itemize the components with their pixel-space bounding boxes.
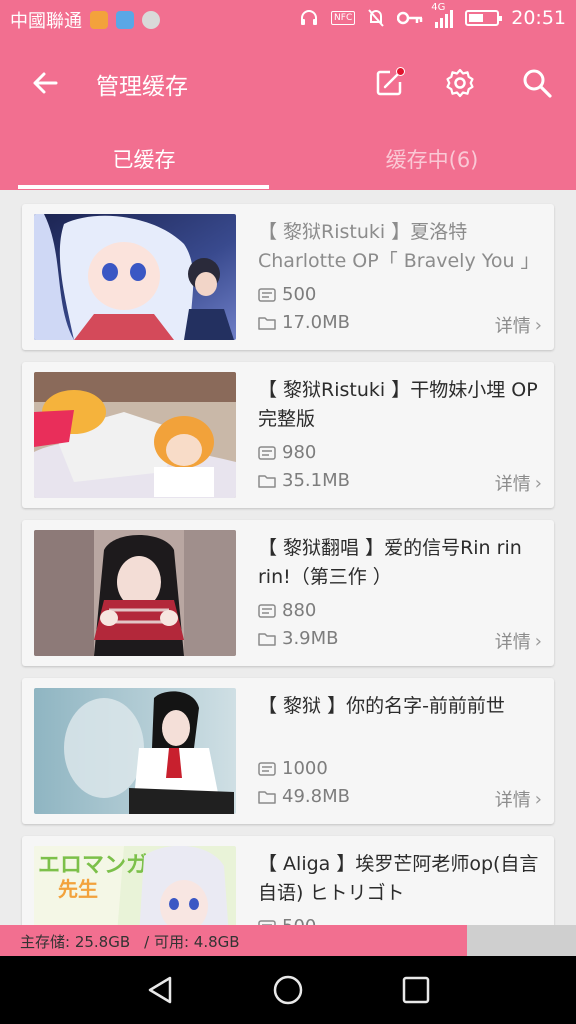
nav-recents-button[interactable]: [398, 972, 434, 1008]
file-size-value: 49.8MB: [282, 786, 350, 807]
video-thumbnail: [34, 372, 236, 498]
video-title: 【 黎狱Ristuki 】干物妹小埋 OP完整版: [258, 379, 538, 430]
danmaku-icon: [258, 287, 276, 302]
danmaku-count: 500: [258, 916, 316, 925]
folder-icon: [258, 632, 276, 646]
app-notification-icon: [116, 11, 134, 29]
chevron-right-icon: ›: [534, 472, 542, 494]
danmaku-count: 880: [258, 600, 316, 621]
video-card[interactable]: エロマンガ 先生 【 Aliga 】埃罗芒阿老师op(自言自语) ヒトリゴト 5…: [22, 836, 554, 925]
circle-home-icon: [273, 975, 303, 1005]
status-bar: 中國聯通 NFC 4G 20:51: [0, 0, 576, 40]
danmaku-value: 980: [282, 442, 317, 463]
storage-info: 主存储: 25.8GB / 可用: 4.8GB: [20, 931, 240, 952]
danmaku-icon: [258, 445, 276, 460]
video-card[interactable]: 【 黎狱Ristuki 】夏洛特 Charlotte OP「 Bravely Y…: [22, 204, 554, 350]
danmaku-icon: [258, 761, 276, 776]
video-title: 【 黎狱 】你的名字-前前前世: [258, 695, 505, 717]
chevron-right-icon: ›: [534, 788, 542, 810]
file-size: 17.0MB: [258, 312, 350, 333]
danmaku-count: 980: [258, 442, 316, 463]
nfc-icon: NFC: [331, 11, 356, 25]
details-link[interactable]: 详情 ›: [495, 786, 542, 812]
details-label: 详情: [494, 474, 531, 495]
file-size-value: 3.9MB: [282, 628, 339, 649]
status-right: NFC 4G 20:51: [299, 2, 566, 29]
search-button[interactable]: [520, 66, 554, 100]
battery-icon: [465, 10, 503, 26]
cached-video-list[interactable]: 【 黎狱Ristuki 】夏洛特 Charlotte OP「 Bravely Y…: [0, 190, 576, 925]
danmaku-count: 1000: [258, 758, 328, 779]
file-size: 3.9MB: [258, 628, 339, 649]
video-thumbnail: エロマンガ 先生: [34, 846, 236, 925]
avatar-notification-icon: [142, 11, 160, 29]
details-label: 详情: [494, 316, 531, 337]
square-recents-icon: [402, 976, 430, 1004]
system-nav-bar: [0, 956, 576, 1024]
file-size: 35.1MB: [258, 470, 350, 491]
page-title: 管理缓存: [96, 74, 188, 100]
main-storage-label: 主存储: 25.8GB: [20, 933, 131, 951]
video-title: 【 Aliga 】埃罗芒阿老师op(自言自语) ヒトリゴト: [258, 853, 539, 904]
file-size-value: 17.0MB: [282, 312, 350, 333]
details-label: 详情: [494, 790, 531, 811]
settings-button[interactable]: [443, 66, 477, 100]
back-button[interactable]: [28, 66, 62, 100]
video-thumbnail: [34, 214, 236, 340]
folder-icon: [258, 474, 276, 488]
notification-dot: [396, 67, 405, 76]
folder-icon: [258, 316, 276, 330]
danmaku-value: 880: [282, 600, 317, 621]
video-thumbnail: [34, 688, 236, 814]
chevron-right-icon: ›: [534, 630, 542, 652]
headphones-icon: [301, 10, 318, 25]
danmaku-icon: [258, 603, 276, 618]
video-title: 【 黎狱Ristuki 】夏洛特 Charlotte OP「 Bravely Y…: [258, 221, 540, 272]
tab-downloading[interactable]: 缓存中(6): [288, 138, 576, 190]
details-link[interactable]: 详情 ›: [495, 312, 542, 338]
key-icon: [397, 11, 423, 25]
weibo-notification-icon: [90, 11, 108, 29]
search-icon: [523, 69, 552, 98]
storage-bar: 主存储: 25.8GB / 可用: 4.8GB: [0, 925, 576, 956]
video-card[interactable]: 【 黎狱 】你的名字-前前前世 1000 49.8MB 详情 ›: [22, 678, 554, 824]
arrow-left-icon: [33, 72, 58, 94]
nav-back-button[interactable]: [142, 972, 178, 1008]
details-link[interactable]: 详情 ›: [495, 470, 542, 496]
details-link[interactable]: 详情 ›: [495, 628, 542, 654]
network-type: 4G: [431, 2, 446, 13]
status-left: 中國聯通: [10, 7, 160, 33]
available-storage-label: / 可用: 4.8GB: [144, 933, 240, 951]
folder-icon: [258, 790, 276, 804]
carrier-name: 中國聯通: [10, 11, 82, 32]
video-title: 【 黎狱翻唱 】爱的信号Rin rin rin!（第三作 ）: [258, 537, 522, 588]
video-card[interactable]: 【 黎狱Ristuki 】干物妹小埋 OP完整版 980 35.1MB 详情 ›: [22, 362, 554, 508]
nav-home-button[interactable]: [270, 972, 306, 1008]
silent-icon: [368, 9, 384, 27]
danmaku-value: 500: [282, 916, 316, 925]
app-header: 管理缓存 已缓存 缓存中(6): [0, 40, 576, 190]
video-thumbnail: [34, 530, 236, 656]
signal-icon: 4G: [431, 2, 454, 28]
danmaku-value: 500: [282, 284, 317, 305]
tab-downloaded[interactable]: 已缓存: [0, 138, 288, 190]
file-size: 49.8MB: [258, 786, 350, 807]
details-label: 详情: [494, 632, 531, 653]
triangle-back-icon: [148, 976, 172, 1004]
tab-bar: 已缓存 缓存中(6): [0, 138, 576, 190]
danmaku-count: 500: [258, 284, 316, 305]
danmaku-value: 1000: [282, 758, 328, 779]
file-size-value: 35.1MB: [282, 470, 350, 491]
thumbnail-logo-text: エロマンガ: [38, 853, 148, 878]
edit-button[interactable]: [372, 66, 406, 100]
clock: 20:51: [511, 7, 566, 29]
chevron-right-icon: ›: [534, 314, 542, 336]
video-card[interactable]: 【 黎狱翻唱 】爱的信号Rin rin rin!（第三作 ） 880 3.9MB…: [22, 520, 554, 666]
tab-indicator: [18, 185, 269, 189]
thumbnail-logo-text-2: 先生: [58, 877, 98, 901]
gear-icon: [446, 68, 474, 98]
